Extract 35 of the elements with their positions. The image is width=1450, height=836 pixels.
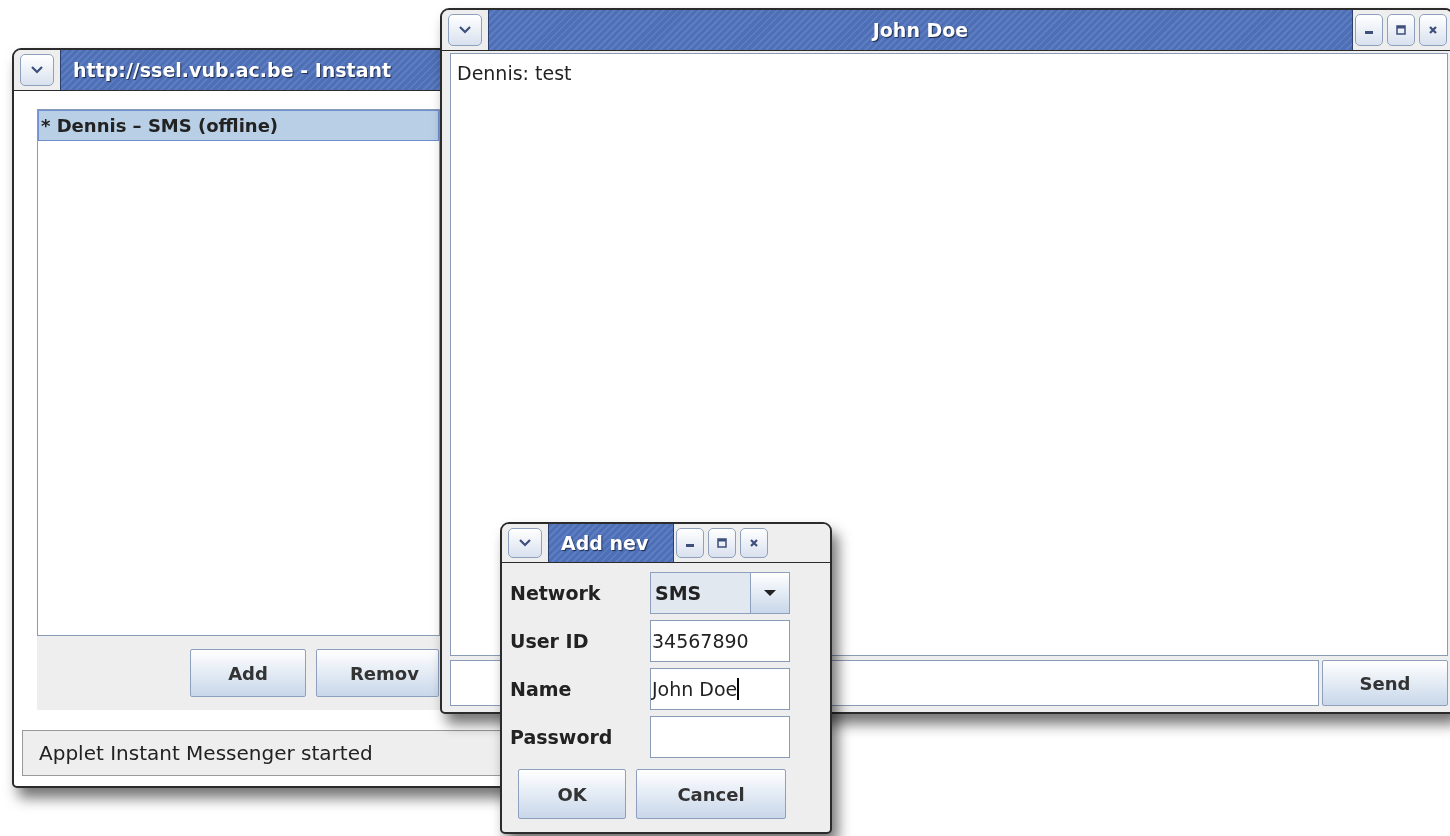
window-title: http://ssel.vub.ac.be - Instant [73, 59, 392, 81]
maximize-icon [1396, 25, 1406, 35]
contact-item[interactable]: * Dennis – SMS (offline) [38, 110, 439, 141]
field-label: User ID [510, 630, 590, 652]
dialog-button[interactable]: Cancel [636, 769, 786, 819]
caret-icon [763, 589, 777, 597]
field-label: Name [510, 678, 573, 700]
close-button[interactable] [1419, 14, 1447, 46]
close-icon [1428, 25, 1438, 35]
chevron-down-icon [459, 26, 471, 34]
action-button[interactable]: Remov [316, 649, 439, 697]
send-button[interactable]: Send [1322, 660, 1448, 706]
maximize-icon [717, 538, 727, 548]
maximize-button[interactable] [1387, 14, 1415, 46]
minimize-button[interactable] [676, 528, 704, 558]
password-field[interactable] [650, 716, 790, 758]
close-button[interactable] [740, 528, 768, 558]
dialog-button[interactable]: OK [518, 769, 626, 819]
window-menu-button[interactable] [448, 14, 482, 46]
window-title: Add nev [561, 532, 649, 554]
minimize-button[interactable] [1355, 14, 1383, 46]
network-dropdown[interactable]: SMS [650, 572, 790, 614]
window-title: John Doe [872, 19, 969, 41]
field-label: Network [510, 582, 602, 604]
chat-message: Dennis: test [457, 62, 573, 84]
field-label: Password [510, 726, 614, 748]
chevron-down-icon [519, 539, 531, 547]
chevron-down-icon [31, 66, 43, 74]
maximize-button[interactable] [708, 528, 736, 558]
close-icon [749, 538, 759, 548]
window-menu-button[interactable] [20, 54, 54, 86]
text-field[interactable]: 34567890 [650, 620, 790, 662]
action-button[interactable]: Add [190, 649, 306, 697]
window-menu-button[interactable] [508, 528, 542, 558]
text-field[interactable]: John Doe [650, 668, 790, 710]
